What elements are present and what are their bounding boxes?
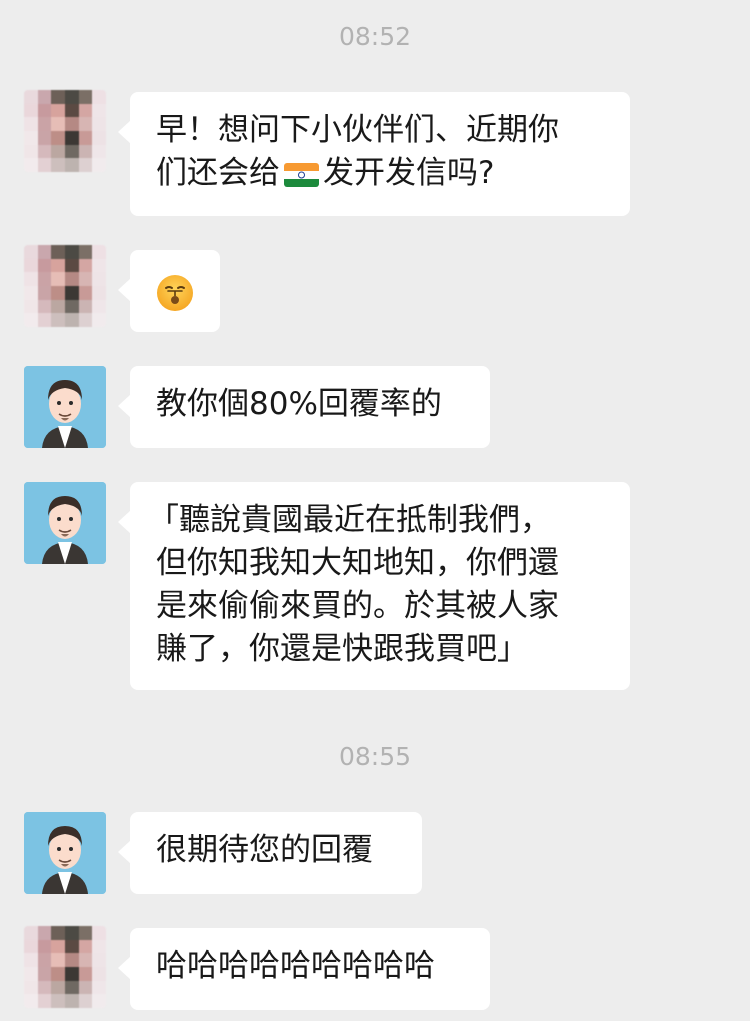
contact-avatar[interactable]	[24, 245, 106, 327]
my-avatar[interactable]	[24, 482, 106, 564]
message-bubble[interactable]: 哈哈哈哈哈哈哈哈哈	[118, 928, 490, 1010]
message-text: 但你知我知大知地知，你們還	[156, 545, 559, 581]
message-text: 发开发信吗?	[323, 155, 495, 191]
contact-avatar[interactable]	[24, 90, 106, 172]
my-avatar[interactable]	[24, 366, 106, 448]
india-flag-icon	[284, 163, 319, 187]
my-avatar[interactable]	[24, 812, 106, 894]
message-bubble[interactable]: 早！想问下小伙伴们、近期你 们还会给 发开发信吗?	[118, 92, 630, 216]
cartoon-man-avatar-icon	[24, 812, 106, 894]
timestamp: 08:55	[338, 742, 412, 771]
cartoon-man-avatar-icon	[24, 366, 106, 448]
message-text: 们还会给	[156, 155, 280, 191]
message-text: 賺了，你還是快跟我買吧」	[156, 631, 528, 667]
message-bubble[interactable]: 「聽說貴國最近在抵制我們， 但你知我知大知地知，你們還 是來偷偷來買的。於其被人…	[118, 482, 630, 690]
message-text: 教你個80%回覆率的	[156, 386, 442, 422]
message-text: 很期待您的回覆	[156, 832, 373, 868]
message-text: 「聽說貴國最近在抵制我們，	[148, 502, 551, 538]
message-bubble[interactable]: 教你個80%回覆率的	[118, 366, 490, 448]
contact-avatar[interactable]	[24, 926, 106, 1008]
timestamp: 08:52	[338, 22, 412, 51]
cartoon-man-avatar-icon	[24, 482, 106, 564]
face-with-thermometer-hush-icon	[157, 274, 193, 311]
message-text: 早！想问下小伙伴们、近期你	[156, 112, 559, 148]
message-bubble[interactable]: 很期待您的回覆	[118, 812, 422, 894]
message-bubble[interactable]	[118, 250, 220, 332]
message-text: 是來偷偷來買的。於其被人家	[156, 588, 559, 624]
message-text: 哈哈哈哈哈哈哈哈哈	[156, 948, 435, 984]
